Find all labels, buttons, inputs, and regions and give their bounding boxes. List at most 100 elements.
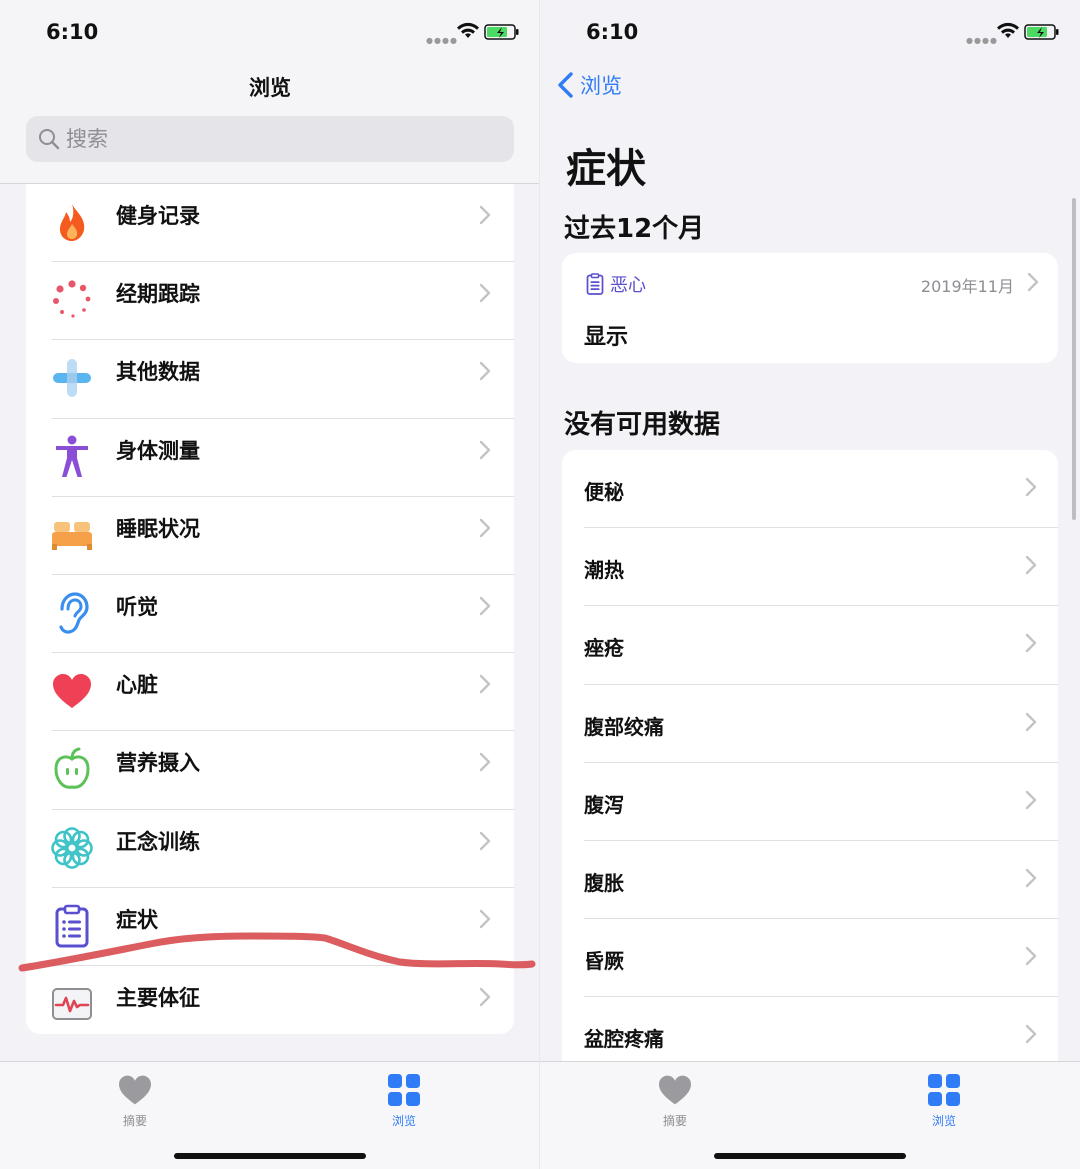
category-label: 睡眠状况 bbox=[116, 516, 200, 541]
symptom-row[interactable]: 腹泻 bbox=[562, 763, 1058, 841]
chevron-right-icon bbox=[1025, 634, 1037, 653]
back-button[interactable]: 浏览 bbox=[556, 70, 622, 100]
grid-icon bbox=[928, 1074, 960, 1106]
logged-symptom-value: 显示 bbox=[584, 325, 629, 350]
chevron-right-icon bbox=[1025, 946, 1037, 966]
heart-icon bbox=[659, 1075, 691, 1105]
status-time: 6:10 bbox=[586, 20, 639, 44]
symptom-label: 盆腔疼痛 bbox=[584, 1027, 664, 1052]
home-indicator bbox=[174, 1153, 366, 1159]
page-title: 症状 bbox=[566, 146, 646, 192]
wifi-icon bbox=[997, 22, 1019, 38]
symptom-label: 腹泻 bbox=[584, 792, 624, 817]
heart-icon bbox=[48, 667, 96, 715]
category-label: 营养摄入 bbox=[116, 751, 200, 776]
chevron-right-icon bbox=[479, 440, 491, 459]
chevron-right-icon bbox=[1025, 555, 1037, 575]
symptom-row[interactable]: 潮热 bbox=[562, 528, 1058, 607]
scrollbar[interactable] bbox=[1072, 198, 1076, 520]
clipboard-icon bbox=[586, 273, 604, 295]
signal-icon: ●●●● bbox=[966, 36, 998, 45]
cycle-dots-icon bbox=[48, 276, 96, 324]
chevron-right-icon bbox=[479, 283, 491, 303]
status-bar: 6:10 ●●●● bbox=[0, 18, 540, 48]
section-header-past: 过去12个月 bbox=[564, 214, 705, 244]
flower-icon bbox=[48, 824, 96, 872]
chevron-right-icon bbox=[479, 674, 491, 694]
home-indicator bbox=[714, 1153, 906, 1159]
chevron-right-icon bbox=[1025, 477, 1037, 497]
category-label: 症状 bbox=[116, 907, 158, 932]
chevron-right-icon bbox=[1025, 868, 1037, 888]
category-row-other-data[interactable]: 其他数据 bbox=[26, 340, 514, 419]
logged-symptom-tag: 恶心 bbox=[586, 271, 646, 297]
chevron-right-icon bbox=[479, 987, 491, 1007]
category-row-mindfulness[interactable]: 正念训练 bbox=[26, 810, 514, 888]
browse-header: 6:10 ●●●● 浏览 bbox=[0, 0, 540, 184]
chevron-right-icon bbox=[479, 518, 491, 537]
category-row-activity[interactable]: 健身记录 bbox=[26, 184, 514, 263]
category-label: 心脏 bbox=[116, 673, 158, 698]
chevron-right-icon bbox=[1025, 712, 1037, 731]
category-label: 经期跟踪 bbox=[116, 282, 200, 307]
category-label: 主要体征 bbox=[116, 985, 200, 1010]
tab-label: 浏览 bbox=[931, 1114, 956, 1128]
plus-cross-icon bbox=[48, 354, 96, 402]
chevron-right-icon bbox=[479, 909, 491, 928]
search-bar[interactable] bbox=[26, 116, 514, 162]
category-row-heart[interactable]: 心脏 bbox=[26, 653, 514, 732]
heart-icon bbox=[119, 1075, 151, 1105]
category-row-symptoms[interactable]: 症状 bbox=[26, 888, 514, 966]
category-row-hearing[interactable]: 听觉 bbox=[26, 575, 514, 654]
logged-symptom-card[interactable]: 恶心 2019年11月 显示 bbox=[562, 253, 1058, 363]
symptom-row[interactable]: 便秘 bbox=[562, 450, 1058, 529]
symptom-label: 昏厥 bbox=[584, 949, 624, 974]
person-figure-icon bbox=[48, 433, 96, 481]
logged-symptom-name: 恶心 bbox=[610, 275, 646, 296]
category-list: 健身记录 经期跟踪 其他数据 身体测量 睡眠状况 听觉 心脏 营养摄入 正念训练… bbox=[26, 184, 514, 1034]
wifi-icon bbox=[457, 22, 479, 38]
section-header-no-data: 没有可用数据 bbox=[564, 410, 721, 440]
category-row-body-measurements[interactable]: 身体测量 bbox=[26, 419, 514, 497]
symptom-label: 腹部绞痛 bbox=[584, 714, 664, 739]
battery-icon bbox=[1024, 24, 1059, 40]
logged-symptom-date: 2019年11月 bbox=[920, 277, 1014, 296]
tab-summary[interactable]: 摘要 bbox=[630, 1070, 720, 1129]
tab-browse[interactable]: 浏览 bbox=[359, 1070, 449, 1129]
symptom-label: 潮热 bbox=[584, 558, 624, 583]
symptom-row[interactable]: 腹部绞痛 bbox=[562, 685, 1058, 763]
category-row-nutrition[interactable]: 营养摄入 bbox=[26, 731, 514, 810]
symptom-row[interactable]: 腹胀 bbox=[562, 841, 1058, 920]
tab-summary[interactable]: 摘要 bbox=[90, 1070, 180, 1129]
symptom-row[interactable]: 昏厥 bbox=[562, 919, 1058, 998]
chevron-right-icon bbox=[1025, 790, 1037, 809]
tab-bar: 摘要 浏览 bbox=[0, 1061, 540, 1169]
search-input[interactable] bbox=[66, 124, 486, 154]
chevron-right-icon bbox=[479, 205, 491, 225]
symptom-row[interactable]: 痤疮 bbox=[562, 606, 1058, 685]
status-bar: 6:10 ●●●● bbox=[540, 18, 1080, 48]
symptom-row[interactable]: 盆腔疼痛 bbox=[562, 997, 1058, 1070]
chevron-right-icon bbox=[1025, 1025, 1037, 1044]
chevron-right-icon bbox=[479, 831, 491, 850]
bed-icon bbox=[48, 511, 96, 559]
status-time: 6:10 bbox=[46, 20, 99, 44]
category-row-sleep[interactable]: 睡眠状况 bbox=[26, 497, 514, 575]
chevron-right-icon bbox=[479, 596, 491, 616]
category-row-vitals[interactable]: 主要体征 bbox=[26, 966, 514, 1044]
symptom-label: 腹胀 bbox=[584, 870, 624, 895]
category-row-cycle[interactable]: 经期跟踪 bbox=[26, 262, 514, 341]
battery-icon bbox=[484, 24, 519, 40]
clipboard-icon bbox=[48, 902, 96, 950]
apple-icon bbox=[48, 745, 96, 793]
symptom-label: 便秘 bbox=[584, 480, 624, 504]
chevron-right-icon bbox=[1027, 272, 1039, 292]
chevron-left-icon bbox=[558, 72, 573, 98]
flame-icon bbox=[48, 198, 96, 246]
search-icon bbox=[39, 129, 60, 150]
ear-icon bbox=[48, 589, 96, 637]
tab-browse[interactable]: 浏览 bbox=[899, 1070, 989, 1129]
tab-label: 摘要 bbox=[122, 1114, 147, 1128]
page-title: 浏览 bbox=[249, 76, 291, 100]
grid-icon bbox=[388, 1074, 420, 1106]
